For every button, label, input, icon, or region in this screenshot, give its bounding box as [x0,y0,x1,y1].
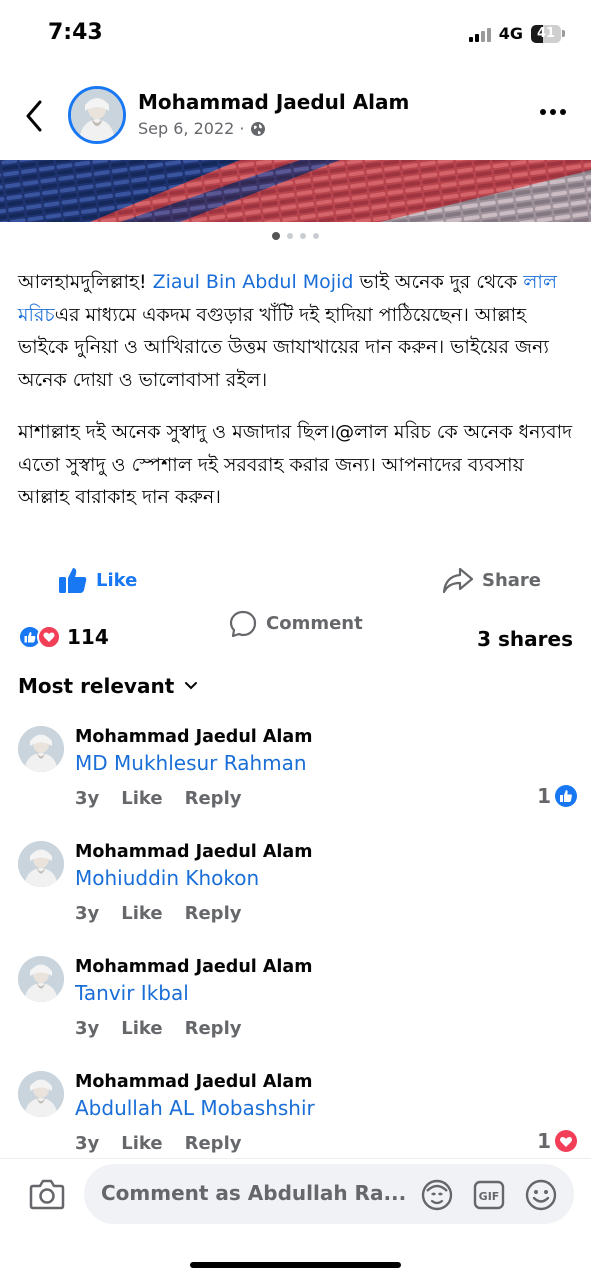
status-time: 7:43 [48,20,103,45]
post-paragraph-1: আলহামদুলিল্লাহ! Ziaul Bin Abdul Mojid ভা… [18,266,578,396]
post-date[interactable]: Sep 6, 2022 · [138,119,244,138]
mention-link[interactable]: Ziaul Bin Abdul Mojid [153,271,354,293]
reaction-count: 114 [67,625,109,649]
emoji-icon[interactable] [524,1178,558,1212]
comment-time[interactable]: 3y [75,1018,99,1039]
share-label: Share [482,569,542,591]
comment-label: Comment [266,613,363,634]
home-indicator[interactable] [190,1262,401,1268]
battery-icon: 41 [531,24,565,43]
sort-label: Most relevant [18,674,175,698]
love-heart-icon [555,1130,577,1152]
comment-time[interactable]: 3y [75,788,99,809]
author-name[interactable]: Mohammad Jaedul Alam [138,90,409,114]
comment-reply-button[interactable]: Reply [185,788,242,809]
love-heart-icon [37,625,61,649]
battery-level: 41 [536,25,556,41]
comment-meta: 3y Like Reply [75,788,241,809]
comment-reaction[interactable]: 1 [537,1129,577,1153]
comment-time[interactable]: 3y [75,1133,99,1154]
post-paragraph-2: মাশাল্লাহ দই অনেক সুস্বাদু ও মজাদার ছিল।… [18,421,573,508]
comment-meta: 3y Like Reply [75,903,241,924]
comment-reply-button[interactable]: Reply [185,903,242,924]
comment-input[interactable]: Comment as Abdullah Ra... GIF [84,1164,574,1224]
post-body: আলহামদুলিল্লাহ! Ziaul Bin Abdul Mojid ভা… [18,266,578,534]
photo-pagination[interactable] [0,232,591,240]
comment-reaction[interactable]: 1 [537,784,577,808]
comment-reply-button[interactable]: Reply [185,1133,242,1154]
avatar[interactable] [18,726,64,772]
comment-meta: 3y Like Reply [75,1018,241,1039]
share-arrow-icon [442,567,474,594]
comment-bubble-icon [229,610,257,637]
comment-reply-button[interactable]: Reply [185,1018,242,1039]
avatar[interactable] [18,1071,64,1117]
comment-text-mention[interactable]: Mohiuddin Khokon [75,866,259,890]
network-label: 4G [498,24,523,43]
comment-text-mention[interactable]: MD Mukhlesur Rahman [75,751,307,775]
comment-sort-dropdown[interactable]: Most relevant [18,674,198,698]
pagination-dot[interactable] [313,233,319,239]
comment-text-mention[interactable]: Tanvir Ikbal [75,981,189,1005]
post-text-segment: ভাই অনেক দুর থেকে [353,271,524,293]
like-label: Like [96,569,138,591]
avatar-sticker-icon[interactable] [420,1178,454,1212]
comment-like-button[interactable]: Like [121,903,162,924]
cellular-signal-icon [468,26,491,42]
post-meta: Sep 6, 2022 · [138,119,266,138]
comment-like-button[interactable]: Like [121,788,162,809]
camera-icon[interactable] [28,1176,66,1212]
comment-reaction-count: 1 [537,1129,551,1153]
post-photo[interactable] [0,160,591,222]
comment-time[interactable]: 3y [75,903,99,924]
pagination-dot[interactable] [272,232,280,240]
like-button[interactable]: Like [58,566,137,594]
share-count[interactable]: 3 shares [477,627,573,651]
chevron-down-icon [185,682,198,690]
comment-like-button[interactable]: Like [121,1133,162,1154]
author-avatar[interactable] [68,86,126,144]
svg-text:GIF: GIF [479,1190,500,1203]
back-arrow-icon[interactable] [20,96,50,136]
post-text-segment: আলহামদুলিল্লাহ! [18,271,153,293]
gif-icon[interactable]: GIF [472,1178,506,1212]
status-indicators: 4G 41 [468,24,565,43]
share-button[interactable]: Share [442,566,541,594]
avatar[interactable] [18,956,64,1002]
comment-item: Mohammad Jaedul Alam Mohiuddin Khokon 3y Li… [0,835,591,950]
like-thumb-icon [59,568,87,593]
comment-item: Mohammad Jaedul Alam MD Mukhlesur Rahman 3… [0,720,591,835]
comment-author[interactable]: Mohammad Jaedul Alam [75,1072,312,1092]
comment-author[interactable]: Mohammad Jaedul Alam [75,957,312,977]
comment-author[interactable]: Mohammad Jaedul Alam [75,727,312,747]
comment-input-placeholder: Comment as Abdullah Ra... [101,1181,407,1205]
reaction-summary[interactable]: 114 [18,625,109,649]
like-reaction-icon [555,785,577,807]
post-text-segment: এর মাধ্যমে একদম বগুড়ার খাঁটি দই হাদিয়া… [18,303,549,391]
avatar[interactable] [18,841,64,887]
comment-text-mention[interactable]: Abdullah AL Mobashshir [75,1096,315,1120]
comment-like-button[interactable]: Like [121,1018,162,1039]
globe-icon [251,121,266,136]
more-icon[interactable] [537,104,569,120]
pagination-dot[interactable] [300,233,306,239]
comment-meta: 3y Like Reply [75,1133,241,1154]
pagination-dot[interactable] [287,233,293,239]
comment-reaction-count: 1 [537,784,551,808]
comment-item: Mohammad Jaedul Alam Tanvir Ikbal 3y Like Re… [0,950,591,1065]
comment-author[interactable]: Mohammad Jaedul Alam [75,842,312,862]
